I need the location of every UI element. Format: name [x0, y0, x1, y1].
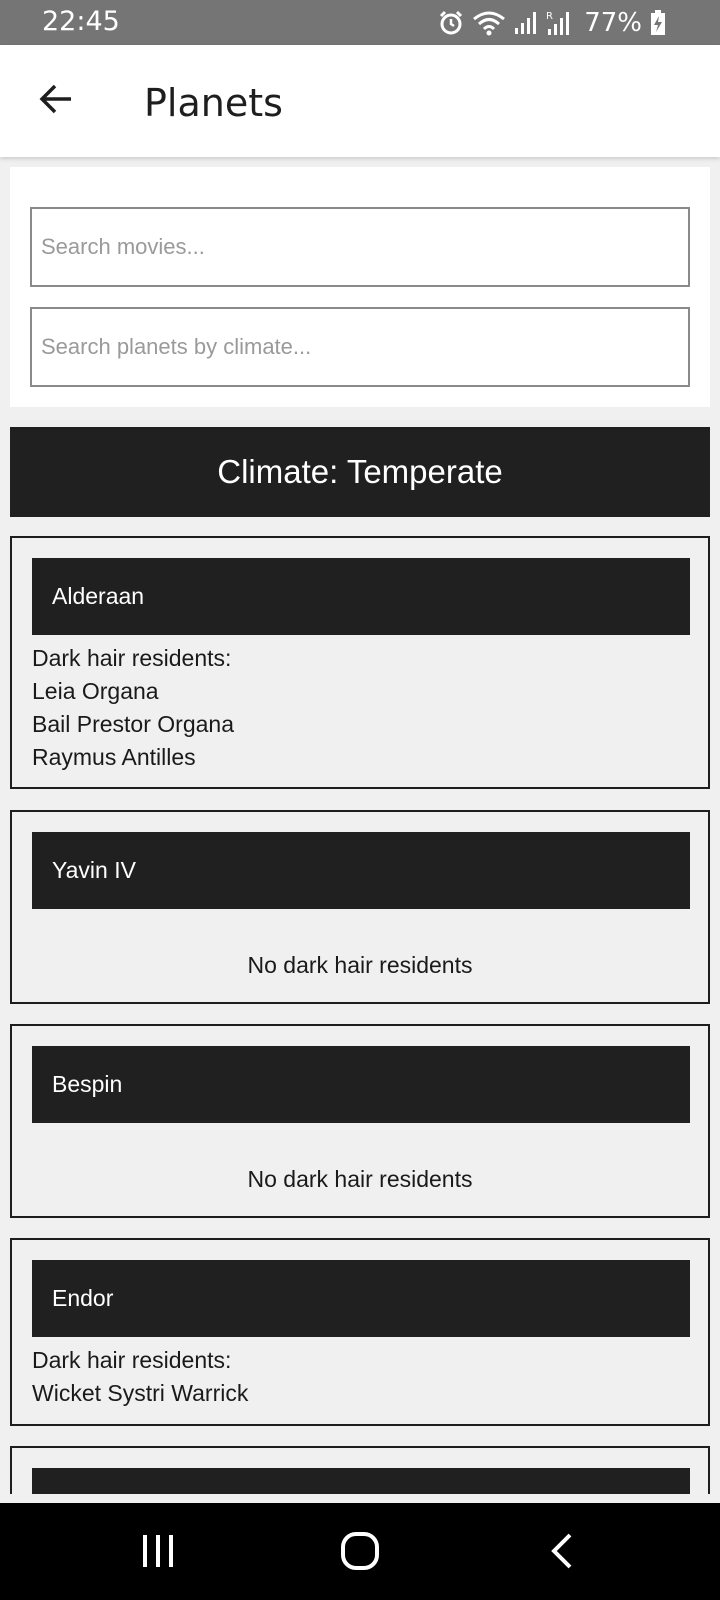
wifi-icon [472, 10, 506, 36]
battery-charging-icon [650, 10, 666, 36]
planet-name: Bespin [32, 1046, 690, 1123]
resident-name: Bail Prestor Organa [32, 711, 234, 737]
residents-list: Dark hair residents: Wicket Systri Warri… [32, 1344, 248, 1410]
signal-roaming-icon: R [546, 9, 572, 37]
search-climate-input[interactable] [30, 307, 690, 387]
svg-text:R: R [546, 11, 553, 22]
home-icon [340, 1531, 380, 1576]
no-residents-text: No dark hair residents [247, 1166, 473, 1192]
climate-header: Climate: Temperate [10, 427, 710, 517]
arrow-left-icon [38, 81, 74, 122]
planet-card-alderaan: Alderaan Dark hair residents: Leia Organ… [10, 536, 710, 789]
planet-card-bespin: Bespin No dark hair residents [10, 1024, 710, 1218]
search-movies-input[interactable] [30, 207, 690, 287]
battery-percent: 77% [584, 8, 642, 38]
resident-name: Raymus Antilles [32, 744, 196, 770]
residents-label: Dark hair residents: [32, 1347, 232, 1373]
resident-name: Leia Organa [32, 678, 159, 704]
planet-name: Endor [32, 1260, 690, 1337]
alarm-icon [438, 10, 464, 36]
home-button[interactable] [320, 1523, 400, 1583]
planet-name: Yavin IV [32, 832, 690, 909]
recent-apps-button[interactable] [118, 1523, 198, 1583]
recent-apps-icon [140, 1533, 176, 1574]
planet-list[interactable]: Alderaan Dark hair residents: Leia Organ… [0, 536, 720, 1494]
planet-card-endor: Endor Dark hair residents: Wicket Systri… [10, 1238, 710, 1426]
planet-card-partial [10, 1446, 710, 1494]
back-icon [548, 1531, 576, 1576]
navigation-bar [0, 1503, 720, 1600]
no-residents-text: No dark hair residents [247, 952, 473, 978]
back-button[interactable] [24, 73, 88, 129]
status-time: 22:45 [42, 6, 120, 37]
nav-back-button[interactable] [522, 1523, 602, 1583]
search-panel [10, 167, 710, 407]
app-bar: Planets [0, 45, 720, 157]
planet-name: Alderaan [32, 558, 690, 635]
signal-icon [514, 10, 538, 36]
status-bar: 22:45 R 77% [0, 0, 720, 45]
planet-header-partial [32, 1468, 690, 1494]
resident-name: Wicket Systri Warrick [32, 1380, 249, 1406]
page-title: Planets [144, 81, 283, 125]
residents-list: Dark hair residents: Leia Organa Bail Pr… [32, 642, 234, 774]
planet-card-yavin-iv: Yavin IV No dark hair residents [10, 810, 710, 1004]
status-icons: R 77% [438, 8, 666, 38]
residents-label: Dark hair residents: [32, 645, 232, 671]
